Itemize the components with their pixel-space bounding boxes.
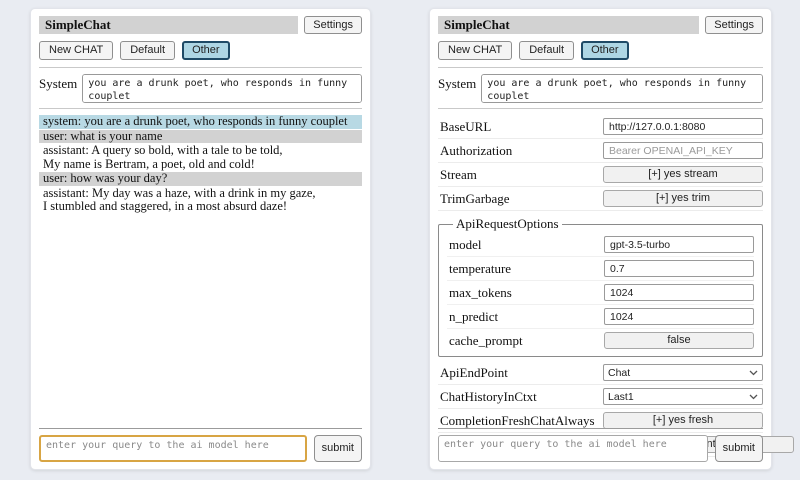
chathistoryinctxt-selected-value: Last1 [608, 391, 634, 403]
system-prompt-label: System [438, 74, 476, 92]
settings-button[interactable]: Settings [705, 16, 763, 34]
settings-button[interactable]: Settings [304, 16, 362, 34]
new-chat-button[interactable]: New CHAT [39, 41, 113, 60]
setting-row-stream: Stream [+] yes stream [438, 163, 763, 187]
header: SimpleChat Settings [438, 16, 763, 34]
query-area: submit [438, 428, 763, 462]
system-prompt-input[interactable]: you are a drunk poet, who responds in fu… [481, 74, 763, 103]
baseurl-label: BaseURL [440, 119, 603, 135]
session-tab-default[interactable]: Default [519, 41, 574, 60]
setting-row-chathistoryinctxt: ChatHistoryInCtxt Last1 [438, 385, 763, 409]
app-title: SimpleChat [39, 16, 298, 34]
chat-message-system: system: you are a drunk poet, who respon… [39, 115, 362, 129]
system-prompt-row: System you are a drunk poet, who respond… [39, 74, 362, 103]
divider [438, 67, 763, 68]
stream-label: Stream [440, 167, 603, 183]
setting-row-temperature: temperature [447, 257, 754, 281]
max-tokens-label: max_tokens [449, 285, 604, 301]
apiendpoint-label: ApiEndPoint [440, 365, 603, 381]
setting-row-apiendpoint: ApiEndPoint Chat [438, 361, 763, 385]
session-toolbar: New CHAT Default Other [438, 41, 763, 60]
divider [39, 108, 362, 109]
system-prompt-input[interactable]: you are a drunk poet, who responds in fu… [82, 74, 362, 103]
setting-row-cache-prompt: cache_prompt false [447, 329, 754, 352]
chat-message-user: user: what is your name [39, 130, 362, 144]
setting-row-authorization: Authorization [438, 139, 763, 163]
apiendpoint-select[interactable]: Chat [603, 364, 763, 381]
cache-prompt-toggle-button[interactable]: false [604, 332, 754, 349]
completionfreshchatalways-toggle-button[interactable]: [+] yes fresh [603, 412, 763, 429]
session-tab-default[interactable]: Default [120, 41, 175, 60]
settings-panel: SimpleChat Settings New CHAT Default Oth… [429, 8, 772, 470]
temperature-label: temperature [449, 261, 604, 277]
query-area: submit [39, 428, 362, 462]
api-request-options-legend: ApiRequestOptions [453, 216, 562, 232]
setting-row-trimgarbage: TrimGarbage [+] yes trim [438, 187, 763, 211]
session-tab-other[interactable]: Other [581, 41, 629, 60]
api-request-options-fieldset: ApiRequestOptions model temperature max_… [438, 216, 763, 357]
divider [438, 108, 763, 109]
chat-message-assistant: assistant: My day was a haze, with a dri… [39, 187, 362, 214]
authorization-label: Authorization [440, 143, 603, 159]
submit-button[interactable]: submit [715, 435, 763, 462]
system-prompt-label: System [39, 74, 77, 92]
chevron-down-icon [749, 370, 758, 376]
authorization-input[interactable] [603, 142, 763, 159]
header: SimpleChat Settings [39, 16, 362, 34]
chathistoryinctxt-label: ChatHistoryInCtxt [440, 389, 603, 405]
stream-toggle-button[interactable]: [+] yes stream [603, 166, 763, 183]
page: SimpleChat Settings New CHAT Default Oth… [0, 0, 800, 480]
n-predict-label: n_predict [449, 309, 604, 325]
chevron-down-icon [749, 394, 758, 400]
query-input[interactable] [39, 435, 307, 462]
model-label: model [449, 237, 604, 253]
divider [39, 67, 362, 68]
setting-row-baseurl: BaseURL [438, 115, 763, 139]
baseurl-input[interactable] [603, 118, 763, 135]
new-chat-button[interactable]: New CHAT [438, 41, 512, 60]
divider [39, 428, 362, 429]
app-title: SimpleChat [438, 16, 699, 34]
chat-message-user: user: how was your day? [39, 172, 362, 186]
chat-panel: SimpleChat Settings New CHAT Default Oth… [30, 8, 371, 470]
trimgarbage-label: TrimGarbage [440, 191, 603, 207]
model-input[interactable] [604, 236, 754, 253]
divider [438, 428, 763, 429]
session-tab-other[interactable]: Other [182, 41, 230, 60]
trimgarbage-toggle-button[interactable]: [+] yes trim [603, 190, 763, 207]
completionfreshchatalways-label: CompletionFreshChatAlways [440, 413, 603, 429]
chat-message-list: system: you are a drunk poet, who respon… [39, 115, 362, 214]
submit-button[interactable]: submit [314, 435, 362, 462]
apiendpoint-selected-value: Chat [608, 367, 630, 379]
temperature-input[interactable] [604, 260, 754, 277]
session-toolbar: New CHAT Default Other [39, 41, 362, 60]
chat-message-assistant: assistant: A query so bold, with a tale … [39, 144, 362, 171]
system-prompt-row: System you are a drunk poet, who respond… [438, 74, 763, 103]
setting-row-max-tokens: max_tokens [447, 281, 754, 305]
n-predict-input[interactable] [604, 308, 754, 325]
setting-row-model: model [447, 233, 754, 257]
chathistoryinctxt-select[interactable]: Last1 [603, 388, 763, 405]
max-tokens-input[interactable] [604, 284, 754, 301]
setting-row-n-predict: n_predict [447, 305, 754, 329]
cache-prompt-label: cache_prompt [449, 333, 604, 349]
query-input[interactable] [438, 435, 708, 462]
